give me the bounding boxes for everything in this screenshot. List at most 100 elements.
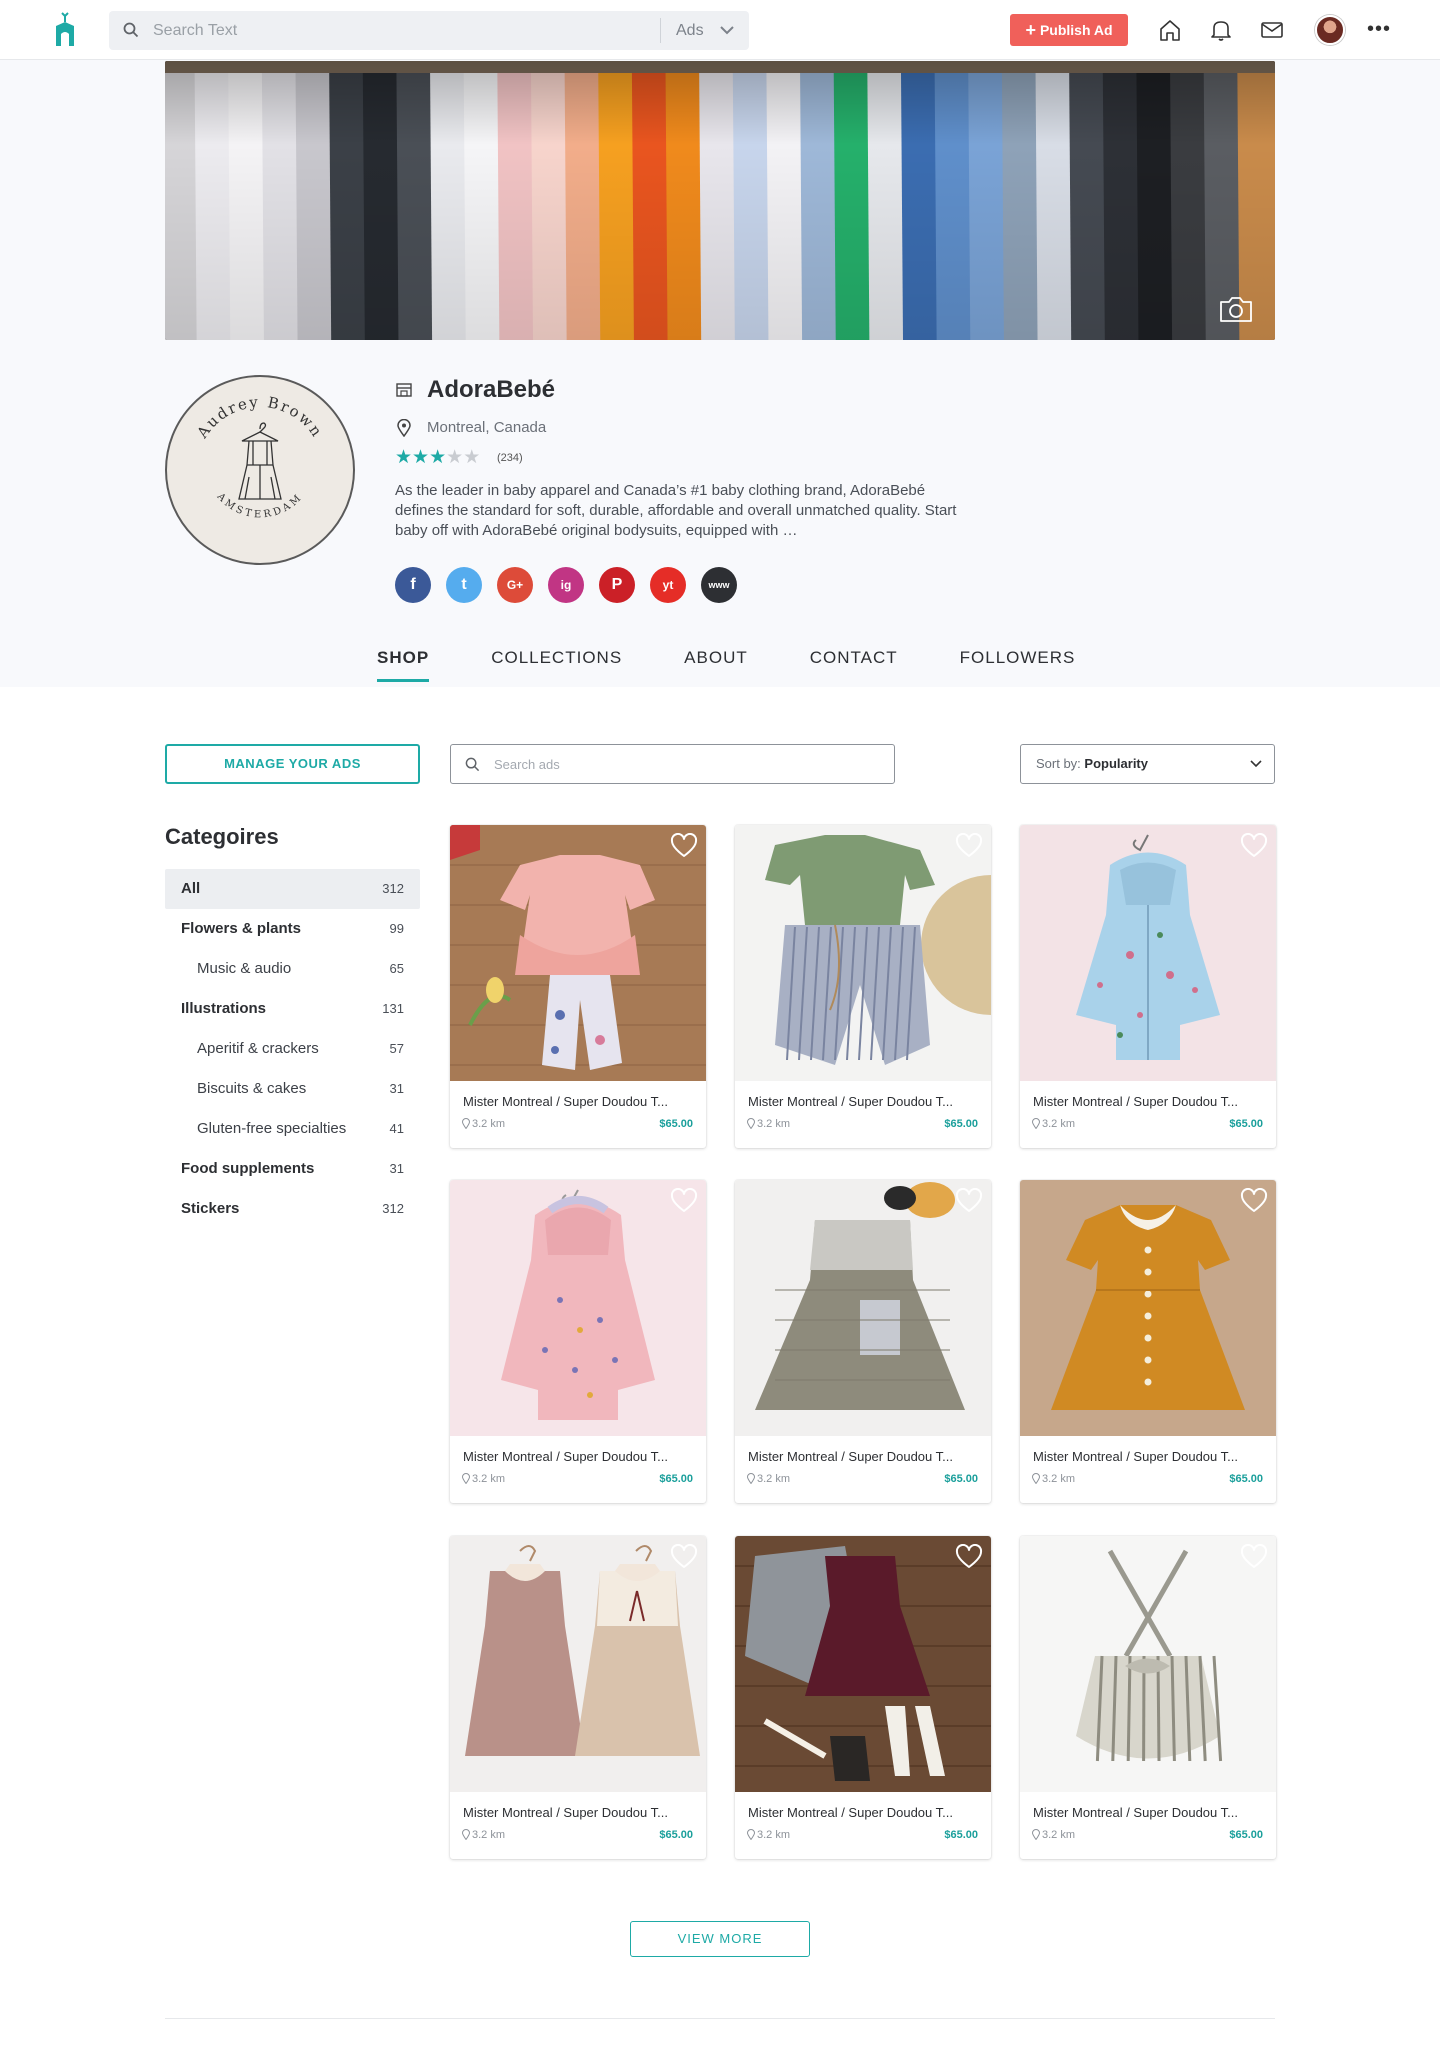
product-image[interactable] [450, 1180, 706, 1436]
category-list: All 312 Flowers & plants 99 Music & audio 65 I… [165, 869, 420, 1229]
product-title[interactable]: Mister Montreal / Super Doudou T... [1033, 1449, 1265, 1464]
product-title[interactable]: Mister Montreal / Super Doudou T... [748, 1094, 980, 1109]
search-icon [123, 22, 139, 38]
global-search-input[interactable] [153, 11, 553, 50]
product-price: $65.00 [1229, 1829, 1263, 1841]
category-item[interactable]: Illustrations 131 [165, 989, 420, 1029]
tab-followers[interactable]: FOLLOWERS [960, 640, 1076, 686]
category-item[interactable]: Aperitif & crackers 57 [165, 1029, 420, 1069]
review-count[interactable]: (234) [497, 452, 523, 464]
facebook-icon[interactable]: f [395, 567, 431, 603]
chevron-down-icon[interactable] [719, 24, 735, 36]
manage-ads-button[interactable]: MANAGE YOUR ADS [165, 744, 420, 784]
product-image[interactable] [735, 1536, 991, 1792]
grey-linen-dress-image [735, 1180, 991, 1436]
google-plus-icon[interactable]: G+ [497, 567, 533, 603]
tab-contact[interactable]: CONTACT [810, 640, 898, 686]
website-icon[interactable]: www [701, 567, 737, 603]
category-item[interactable]: Gluten-free specialties 41 [165, 1109, 420, 1149]
favorite-heart-icon[interactable] [670, 1544, 698, 1570]
product-distance: 3.2 km [1031, 1473, 1076, 1485]
favorite-heart-icon[interactable] [670, 833, 698, 859]
product-title[interactable]: Mister Montreal / Super Doudou T... [463, 1805, 695, 1820]
product-distance-value: 3.2 km [757, 1473, 791, 1485]
product-image[interactable] [450, 1536, 706, 1792]
category-item[interactable]: Food supplements 31 [165, 1149, 420, 1189]
favorite-heart-icon[interactable] [955, 1544, 983, 1570]
product-distance-value: 3.2 km [472, 1118, 506, 1130]
view-more-button[interactable]: VIEW MORE [630, 1921, 810, 1957]
tab-about[interactable]: ABOUT [684, 640, 748, 686]
user-avatar[interactable] [1315, 15, 1345, 45]
favorite-heart-icon[interactable] [1240, 833, 1268, 859]
tab-shop[interactable]: SHOP [377, 640, 430, 686]
product-distance: 3.2 km [461, 1118, 506, 1130]
product-distance-value: 3.2 km [1042, 1118, 1076, 1130]
app-logo-icon[interactable] [52, 12, 78, 48]
product-image[interactable] [1020, 1180, 1276, 1436]
twitter-icon[interactable]: t [446, 567, 482, 603]
product-distance-value: 3.2 km [1042, 1473, 1076, 1485]
search-icon [465, 757, 480, 772]
product-card[interactable]: Mister Montreal / Super Doudou T... 3.2 k… [1020, 1180, 1276, 1503]
youtube-glyph: yt [662, 578, 674, 592]
striped-romper-image [1020, 1536, 1276, 1792]
location-pin-icon [1031, 1473, 1041, 1485]
search-scope-select[interactable]: Ads [676, 11, 704, 50]
product-distance: 3.2 km [1031, 1118, 1076, 1130]
instagram-icon[interactable]: ig [548, 567, 584, 603]
product-title[interactable]: Mister Montreal / Super Doudou T... [1033, 1094, 1265, 1109]
sort-select[interactable]: Sort by: Popularity [1020, 744, 1275, 784]
product-card[interactable]: Mister Montreal / Super Doudou T... 3.2 k… [735, 1536, 991, 1859]
location-pin-icon [461, 1829, 471, 1841]
product-title[interactable]: Mister Montreal / Super Doudou T... [748, 1805, 980, 1820]
product-card[interactable]: Mister Montreal / Super Doudou T... 3.2 k… [450, 825, 706, 1148]
category-name: Food supplements [181, 1160, 315, 1177]
product-card[interactable]: Mister Montreal / Super Doudou T... 3.2 k… [450, 1180, 706, 1503]
top-bar: Ads +Publish Ad ••• [0, 0, 1440, 60]
product-card[interactable]: Mister Montreal / Super Doudou T... 3.2 k… [450, 1536, 706, 1859]
favorite-heart-icon[interactable] [1240, 1544, 1268, 1570]
product-title[interactable]: Mister Montreal / Super Doudou T... [463, 1449, 695, 1464]
favorite-heart-icon[interactable] [670, 1188, 698, 1214]
product-image[interactable] [1020, 1536, 1276, 1792]
tab-collections[interactable]: COLLECTIONS [491, 640, 622, 686]
product-image[interactable] [1020, 825, 1276, 1081]
product-image[interactable] [735, 1180, 991, 1436]
product-distance: 3.2 km [746, 1118, 790, 1130]
product-card[interactable]: Mister Montreal / Super Doudou T... 3.2 k… [1020, 1536, 1276, 1859]
plum-dress-cardigan-image [735, 1536, 991, 1792]
favorite-heart-icon[interactable] [955, 1188, 983, 1214]
product-title[interactable]: Mister Montreal / Super Doudou T... [1033, 1805, 1265, 1820]
product-card[interactable]: Mister Montreal / Super Doudou T... 3.2 k… [735, 825, 991, 1148]
category-item[interactable]: Music & audio 65 [165, 949, 420, 989]
more-options-icon[interactable]: ••• [1367, 19, 1391, 39]
product-image[interactable] [735, 825, 991, 1081]
svg-text:Audrey Brown: Audrey Brown [193, 393, 327, 442]
category-item[interactable]: Biscuits & cakes 31 [165, 1069, 420, 1109]
product-title[interactable]: Mister Montreal / Super Doudou T... [748, 1449, 980, 1464]
product-title[interactable]: Mister Montreal / Super Doudou T... [463, 1094, 695, 1109]
youtube-icon[interactable]: yt [650, 567, 686, 603]
category-item[interactable]: Stickers 312 [165, 1189, 420, 1229]
home-icon[interactable] [1157, 17, 1183, 43]
sort-value: Popularity [1084, 756, 1148, 771]
product-card[interactable]: Mister Montreal / Super Doudou T... 3.2 k… [1020, 825, 1276, 1148]
product-card[interactable]: Mister Montreal / Super Doudou T... 3.2 k… [735, 1180, 991, 1503]
footer-divider [165, 2018, 1275, 2019]
bell-icon[interactable] [1208, 17, 1234, 43]
camera-icon[interactable] [1218, 294, 1254, 324]
product-price: $65.00 [1229, 1473, 1263, 1485]
category-item[interactable]: Flowers & plants 99 [165, 909, 420, 949]
facebook-glyph: f [410, 576, 416, 593]
ad-search-input[interactable] [494, 745, 874, 783]
mail-icon[interactable] [1259, 17, 1285, 43]
publish-ad-button[interactable]: + Publish Ad [1010, 14, 1128, 46]
favorite-heart-icon[interactable] [955, 833, 983, 859]
pinterest-icon[interactable]: P [599, 567, 635, 603]
product-image[interactable] [450, 825, 706, 1081]
category-item[interactable]: All 312 [165, 869, 420, 909]
favorite-heart-icon[interactable] [1240, 1188, 1268, 1214]
store-icon [396, 383, 412, 397]
instagram-glyph: ig [560, 578, 572, 592]
